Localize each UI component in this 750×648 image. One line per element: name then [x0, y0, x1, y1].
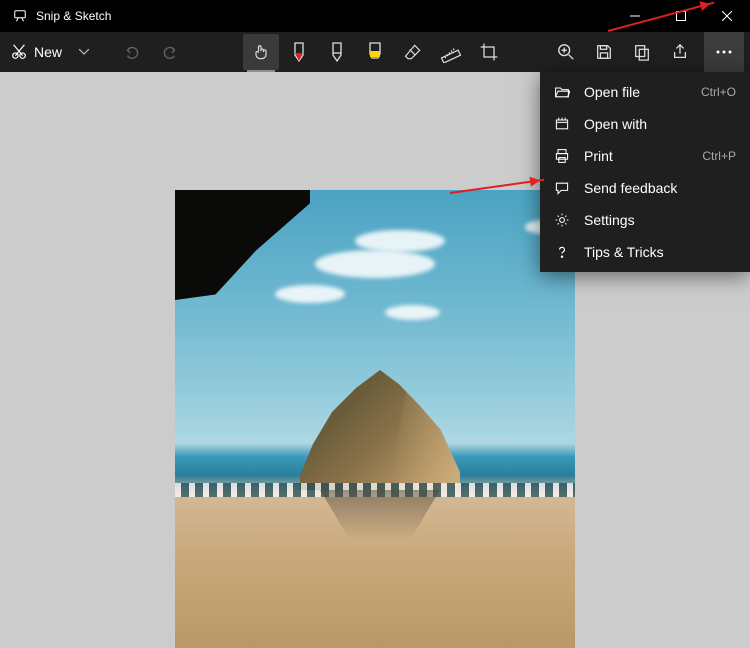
menu-label: Print [584, 148, 688, 164]
touch-writing-button[interactable] [243, 34, 279, 70]
share-button[interactable] [662, 34, 698, 70]
menu-settings[interactable]: Settings [540, 204, 750, 236]
new-button-label: New [34, 44, 62, 60]
menu-tips[interactable]: Tips & Tricks [540, 236, 750, 268]
toolbar: New [0, 32, 750, 72]
zoom-button[interactable] [548, 34, 584, 70]
chat-icon [554, 180, 570, 196]
redo-button[interactable] [152, 34, 188, 70]
menu-open-file[interactable]: Open file Ctrl+O [540, 76, 750, 108]
menu-label: Open file [584, 84, 687, 100]
new-snip-button[interactable]: New [6, 34, 68, 70]
ballpoint-pen-button[interactable] [281, 34, 317, 70]
menu-print[interactable]: Print Ctrl+P [540, 140, 750, 172]
menu-label: Open with [584, 116, 736, 132]
menu-label: Tips & Tricks [584, 244, 736, 260]
crop-button[interactable] [471, 34, 507, 70]
highlighter-button[interactable] [357, 34, 393, 70]
ruler-button[interactable] [433, 34, 469, 70]
save-button[interactable] [586, 34, 622, 70]
print-icon [554, 148, 570, 164]
menu-shortcut: Ctrl+O [701, 85, 736, 99]
titlebar: Snip & Sketch [0, 0, 750, 32]
more-button[interactable] [704, 32, 744, 72]
undo-button[interactable] [114, 34, 150, 70]
app-title: Snip & Sketch [36, 9, 111, 23]
pencil-button[interactable] [319, 34, 355, 70]
app-icon [12, 8, 28, 24]
more-menu: Open file Ctrl+O Open with Print Ctrl+P [540, 72, 750, 272]
eraser-button[interactable] [395, 34, 431, 70]
menu-label: Settings [584, 212, 736, 228]
copy-button[interactable] [624, 34, 660, 70]
menu-label: Send feedback [584, 180, 736, 196]
menu-shortcut: Ctrl+P [702, 149, 736, 163]
snip-image [175, 190, 575, 648]
question-icon [554, 244, 570, 260]
new-snip-dropdown[interactable] [70, 34, 98, 70]
gear-icon [554, 212, 570, 228]
menu-send-feedback[interactable]: Send feedback [540, 172, 750, 204]
open-with-icon [554, 116, 570, 132]
folder-open-icon [554, 84, 570, 100]
menu-open-with[interactable]: Open with [540, 108, 750, 140]
